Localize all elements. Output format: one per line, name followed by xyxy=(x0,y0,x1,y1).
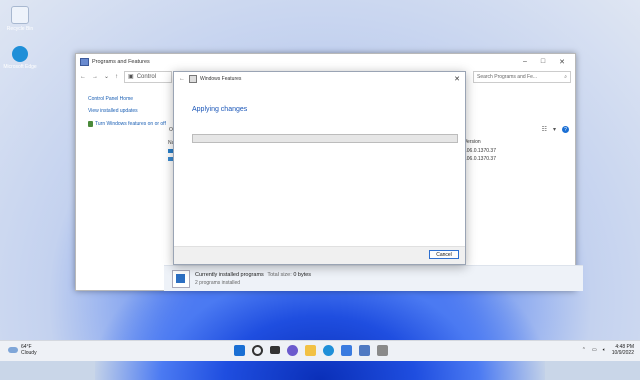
progress-bar xyxy=(192,134,458,143)
chat-icon[interactable] xyxy=(287,345,298,356)
dialog-footer: Cancel xyxy=(174,246,465,264)
network-icon[interactable]: ▭ xyxy=(592,347,597,353)
version-header[interactable]: Version xyxy=(464,138,496,147)
address-bar[interactable]: ▣ Control xyxy=(124,70,173,83)
close-icon[interactable]: ✕ xyxy=(559,58,565,66)
version-cell: 106.0.1370.37 xyxy=(464,156,496,162)
windows-features-icon xyxy=(189,74,197,83)
desktop-icon-label: Microsoft Edge xyxy=(3,64,37,70)
turn-features-link[interactable]: Turn Windows features on or off xyxy=(88,120,168,127)
address-text: Control xyxy=(136,73,157,80)
desktop-icon-label: Recycle Bin xyxy=(6,26,34,32)
status-title: Currently installed programs xyxy=(195,271,264,278)
file-explorer-icon[interactable] xyxy=(305,345,316,356)
shield-icon xyxy=(88,120,93,127)
status-count: 2 programs installed xyxy=(195,279,241,286)
control-panel-home-link[interactable]: Control Panel Home xyxy=(88,96,168,102)
back-arrow-icon[interactable]: ← xyxy=(179,76,185,82)
taskbar-apps xyxy=(234,345,388,356)
status-size-value: 0 bytes xyxy=(293,271,312,278)
up-arrow-icon[interactable]: ↑ xyxy=(115,74,118,80)
edge-icon[interactable] xyxy=(323,345,334,356)
windows-features-dialog: ← Windows Features ✕ Applying changes Ca… xyxy=(173,71,466,265)
volume-icon[interactable]: 🔈︎ xyxy=(603,347,606,353)
edge-icon xyxy=(12,46,28,62)
forward-arrow-icon[interactable]: → xyxy=(92,74,98,80)
control-panel-icon[interactable] xyxy=(359,345,370,356)
desktop-icon-recycle-bin[interactable]: Recycle Bin xyxy=(2,6,38,32)
status-details-bar: Currently installed programs Total size:… xyxy=(164,265,583,291)
chevron-up-icon[interactable]: ⌃ xyxy=(582,347,586,353)
turn-features-label: Turn Windows features on or off xyxy=(95,120,166,127)
cloud-icon xyxy=(8,347,18,354)
view-options-icon[interactable]: ☷ xyxy=(542,126,547,133)
maximize-icon[interactable]: □ xyxy=(541,58,545,66)
help-icon[interactable]: ? xyxy=(562,126,569,133)
dialog-titlebar: ← Windows Features ✕ xyxy=(174,72,465,85)
search-icon: ⌕ xyxy=(564,74,567,80)
dialog-heading: Applying changes xyxy=(192,106,248,113)
left-nav-pane: Control Panel Home View installed update… xyxy=(88,96,168,133)
window-title: Programs and Features xyxy=(92,58,150,65)
taskbar: 64°F Cloudy ⌃ ▭ 🔈︎ 4:48 PM 10/9/2022 xyxy=(0,340,640,361)
chevron-down-icon[interactable]: ⌄ xyxy=(104,73,109,80)
dialog-title: Windows Features xyxy=(200,75,242,82)
desktop-icon-edge[interactable]: Microsoft Edge xyxy=(2,46,38,70)
chevron-down-icon[interactable]: ▾ xyxy=(553,126,556,133)
minimize-icon[interactable]: – xyxy=(523,58,527,66)
version-column: Version 106.0.1370.37 106.0.1370.37 xyxy=(464,138,496,164)
version-cell: 106.0.1370.37 xyxy=(464,147,496,154)
clock-date: 10/9/2022 xyxy=(611,350,634,357)
control-panel-icon xyxy=(80,57,89,66)
back-arrow-icon[interactable]: ← xyxy=(80,74,86,80)
close-icon[interactable]: ✕ xyxy=(454,75,460,83)
search-placeholder: Search Programs and Fe... xyxy=(477,74,538,80)
programs-icon xyxy=(172,269,190,288)
window-titlebar: Programs and Features – □ ✕ xyxy=(76,54,575,69)
start-icon[interactable] xyxy=(234,345,245,356)
recycle-bin-icon xyxy=(11,6,29,24)
cancel-button[interactable]: Cancel xyxy=(429,250,459,259)
control-panel-icon: ▣ xyxy=(128,74,134,80)
windows-features-icon[interactable] xyxy=(377,345,388,356)
status-size-label: Total size: xyxy=(267,271,292,278)
system-tray: ⌃ ▭ 🔈︎ 4:48 PM 10/9/2022 xyxy=(582,344,634,357)
search-input[interactable]: Search Programs and Fe... ⌕ xyxy=(473,71,571,83)
store-icon[interactable] xyxy=(341,345,352,356)
clock[interactable]: 4:48 PM 10/9/2022 xyxy=(612,344,634,357)
task-view-icon[interactable] xyxy=(270,346,280,354)
search-icon[interactable] xyxy=(252,345,263,356)
weather-widget[interactable]: 64°F Cloudy xyxy=(8,344,37,357)
weather-condition: Cloudy xyxy=(21,350,37,357)
view-installed-updates-link[interactable]: View installed updates xyxy=(88,108,168,114)
